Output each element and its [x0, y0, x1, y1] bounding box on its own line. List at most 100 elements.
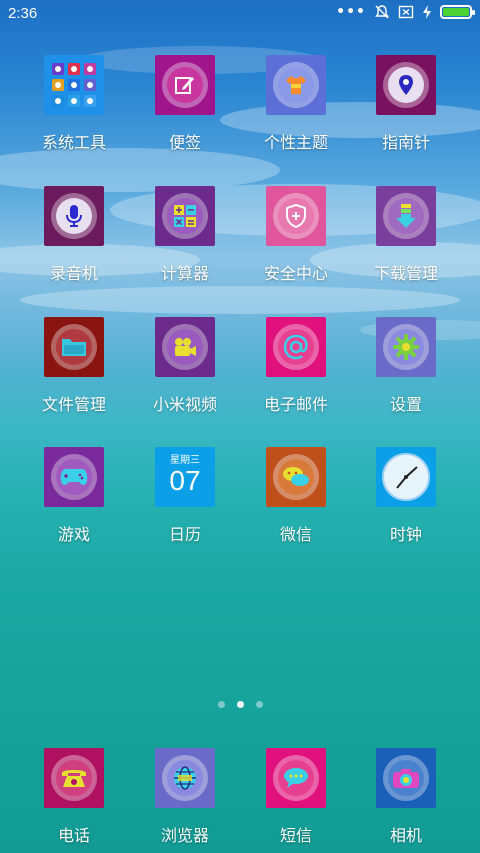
icon-ring: [383, 324, 429, 370]
app-tile: [376, 317, 436, 377]
app-label: 录音机: [49, 264, 98, 283]
message-bubble-icon: [284, 768, 308, 788]
page-dot[interactable]: [217, 701, 225, 708]
icon-ring: [162, 755, 208, 801]
app-video[interactable]: 小米视频: [130, 317, 240, 415]
app-recorder[interactable]: 录音机: [19, 186, 129, 284]
download-arrow-icon: [396, 204, 416, 228]
icon-inner: [388, 198, 424, 234]
app-label: 电子邮件: [263, 395, 328, 414]
status-bar: 2:36 •••: [0, 0, 480, 28]
app-downloads[interactable]: 下载管理: [351, 186, 461, 284]
icon-inner: [167, 329, 203, 365]
app-label: 系统工具: [41, 133, 106, 152]
shield-plus-icon: [286, 204, 306, 228]
note-edit-icon: [175, 77, 194, 94]
app-wechat[interactable]: 微信: [241, 447, 351, 545]
icon-ring: [273, 62, 319, 108]
app-label: 电话: [57, 826, 90, 845]
icon-inner: [167, 198, 203, 234]
app-tile: [155, 748, 215, 808]
calendar-day: 07: [169, 465, 201, 496]
app-calendar[interactable]: 星期三 07 日历: [130, 447, 240, 545]
icon-inner: [56, 198, 92, 234]
icon-ring: [383, 62, 429, 108]
icon-ring: [273, 324, 319, 370]
app-themes[interactable]: 个性主题: [241, 55, 351, 153]
microphone-icon: [66, 205, 82, 227]
app-tile: [44, 186, 104, 246]
at-sign-icon: [283, 334, 308, 360]
dock-phone[interactable]: 电话: [19, 748, 129, 846]
dock-camera[interactable]: 相机: [351, 748, 461, 846]
app-tile: [376, 447, 436, 507]
status-icons: •••: [336, 4, 475, 20]
app-label: 短信: [279, 826, 312, 845]
location-pin-icon: [399, 75, 413, 95]
icon-inner: [388, 760, 424, 796]
app-system-tools[interactable]: 系统工具: [19, 55, 129, 153]
icon-ring: [273, 454, 319, 500]
app-calculator[interactable]: 计算器: [130, 186, 240, 284]
app-label: 下载管理: [373, 264, 438, 283]
app-tile: [376, 186, 436, 246]
app-label: 个性主题: [263, 133, 328, 152]
app-security[interactable]: 安全中心: [241, 186, 351, 284]
icon-inner: [388, 329, 424, 365]
icon-ring: [162, 62, 208, 108]
camera-icon: [393, 769, 419, 788]
shirt-icon: [286, 76, 306, 94]
page-indicator: [0, 701, 480, 708]
dock-sms[interactable]: 短信: [241, 748, 351, 846]
charging-icon: [423, 5, 431, 19]
app-clock[interactable]: 时钟: [351, 447, 461, 545]
icon-inner: [278, 329, 314, 365]
icon-inner: [167, 760, 203, 796]
calculator-icon: [174, 205, 196, 227]
icon-inner: [56, 459, 92, 495]
icon-ring: [162, 193, 208, 239]
page-dot[interactable]: [255, 701, 263, 708]
app-tile: [376, 748, 436, 808]
app-label: 时钟: [389, 525, 422, 544]
gamepad-icon: [60, 469, 88, 485]
app-tile: [266, 317, 326, 377]
icon-inner: [278, 198, 314, 234]
app-tile: [266, 748, 326, 808]
icon-ring: [162, 324, 208, 370]
status-time: 2:36: [8, 5, 38, 22]
app-label: 计算器: [160, 264, 209, 283]
app-label: 相机: [389, 826, 422, 845]
calendar-icon: 星期三 07: [155, 447, 215, 507]
app-label: 设置: [389, 395, 422, 414]
app-tile: [266, 186, 326, 246]
icon-inner: [167, 67, 203, 103]
gear-icon: [393, 334, 419, 360]
icon-inner: [56, 329, 92, 365]
app-tile: [266, 447, 326, 507]
app-label: 游戏: [57, 525, 90, 544]
screenshot-icon: [398, 5, 414, 19]
page-dot-active[interactable]: [236, 701, 244, 708]
app-email[interactable]: 电子邮件: [241, 317, 351, 415]
app-games[interactable]: 游戏: [19, 447, 129, 545]
app-compass[interactable]: 指南针: [351, 55, 461, 153]
folder-icon: [62, 339, 86, 356]
app-settings[interactable]: 设置: [351, 317, 461, 415]
app-label: 日历: [168, 525, 201, 544]
app-tile: [155, 317, 215, 377]
chat-bubbles-icon: [283, 467, 309, 486]
video-camera-icon: [175, 338, 196, 356]
app-tile: [44, 748, 104, 808]
app-label: 浏览器: [160, 826, 209, 845]
more-dots-icon: •••: [336, 4, 366, 20]
dock-browser[interactable]: 浏览器: [130, 748, 240, 846]
app-label: 安全中心: [263, 264, 328, 283]
app-tile: [44, 447, 104, 507]
icon-ring: [51, 193, 97, 239]
app-files[interactable]: 文件管理: [19, 317, 129, 415]
app-notes[interactable]: 便签: [130, 55, 240, 153]
battery-icon: [440, 5, 475, 19]
icon-ring: [273, 755, 319, 801]
clock-icon: [382, 453, 430, 501]
